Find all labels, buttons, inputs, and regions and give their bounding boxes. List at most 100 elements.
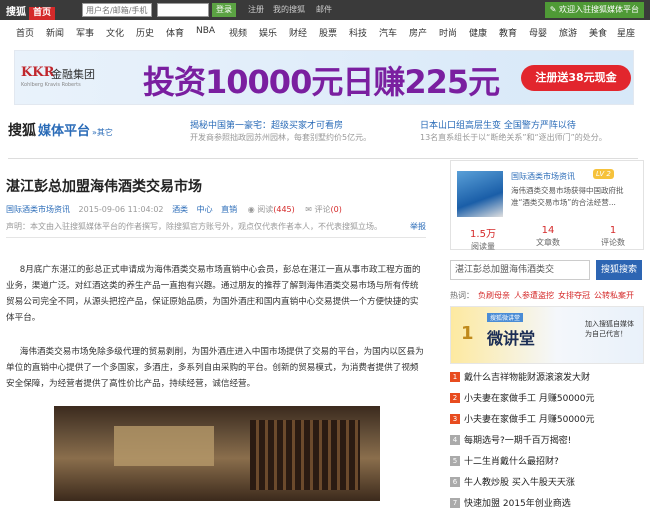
headline-news-2[interactable]: 日本山口组高层生变 全国警方严阵以待 — [420, 118, 576, 131]
my-sohu-link[interactable]: 我的搜狐 — [273, 4, 305, 15]
eye-icon: ◉ — [247, 205, 255, 214]
promo-title[interactable]: 每期选号?一期千百万揭密! — [464, 436, 571, 446]
author-avatar[interactable] — [457, 171, 503, 217]
comments-label[interactable]: 评论 — [315, 205, 331, 214]
login-button[interactable]: 登录 — [212, 3, 236, 17]
nav-item[interactable]: 视频 — [229, 26, 247, 39]
nav-item[interactable]: 教育 — [499, 26, 517, 39]
hot-words: 热词： 负刷母亲 人参遭盗挖 女排夺冠 公转私案开 — [450, 291, 634, 300]
promo-title[interactable]: 戴什么吉祥物能财源滚滚发大财 — [464, 373, 590, 383]
home-link[interactable]: 首页 — [29, 7, 56, 20]
article-paragraph-1: 8月底广东湛江的彭总正式申请成为海伟酒类交易市场直销中心会员，彭总在湛江一直从事… — [6, 265, 421, 323]
comment-icon: ✉ — [305, 205, 312, 214]
top-bar: 搜狐首页 登录 注册 我的搜狐 邮件 ✎ 欢迎入驻搜狐媒体平台 — [0, 0, 650, 20]
nav-item[interactable]: 首页 — [16, 26, 34, 39]
article-meta: 国际酒类市场资讯 2015-09-06 11:04:02 酒类 中心 直销 ◉ … — [6, 204, 342, 215]
stat-comments: 1 评论数 — [601, 225, 625, 247]
headline-news-1[interactable]: 揭秘中国第一豪宅：超级买家才可看房 — [190, 118, 343, 131]
sohu-logo[interactable]: 搜狐 首页 — [6, 3, 56, 20]
nav-item[interactable]: 科技 — [349, 26, 367, 39]
promo-list-item[interactable]: 5 十二生肖戴什么最招财? — [450, 454, 559, 468]
hot-word[interactable]: 公转私案开 — [594, 291, 634, 300]
ad-banner[interactable]: KKR 金融集团 Kohlberg Kravis Roberts 投资10000… — [14, 50, 634, 105]
nav-item[interactable]: 星座 — [617, 26, 635, 39]
username-input[interactable] — [82, 3, 152, 17]
disclaimer: 声明：本文由入驻搜狐媒体平台的作者撰写，除搜狐官方账号外，观点仅代表作者本人，不… — [6, 222, 382, 231]
rank-badge: 7 — [450, 498, 460, 508]
author-card: 国际酒类市场资讯 LV 2 海伟酒类交易市场获得中国政府批准“酒类交易市场”的合… — [450, 160, 645, 251]
sidebar: 国际酒类市场资讯 LV 2 海伟酒类交易市场获得中国政府批准“酒类交易市场”的合… — [450, 160, 645, 509]
hot-word[interactable]: 女排夺冠 — [558, 291, 590, 300]
wine-shelf — [250, 420, 360, 490]
main-nav: 首页 新闻 军事 文化 历史 体育 NBA 视频 娱乐 财经 股票 科技 汽车 房产 时尚 健康 教育 母婴 旅游美… — [0, 26, 650, 42]
nav-item[interactable]: 房产 — [409, 26, 427, 39]
author-name[interactable]: 国际酒类市场资讯 — [511, 171, 575, 182]
nav-item[interactable]: 时尚 — [439, 26, 457, 39]
nav-item[interactable]: 娱乐 — [259, 26, 277, 39]
rank-badge: 3 — [450, 414, 460, 424]
nav-item[interactable]: 美食 — [589, 26, 607, 39]
headline-news-1-summary: 开发商参照拙政园苏州园林，每套别墅约价5亿元。 — [190, 133, 372, 142]
nav-item[interactable]: 军事 — [76, 26, 94, 39]
promo-list-item[interactable]: 7 快速加盟 2015年创业商选 — [450, 496, 571, 510]
nav-item[interactable]: 健康 — [469, 26, 487, 39]
divider — [8, 158, 638, 159]
tag-link[interactable]: 直销 — [221, 205, 237, 214]
nav-item[interactable]: 新闻 — [46, 26, 64, 39]
nav-item[interactable]: 历史 — [136, 26, 154, 39]
promo-title[interactable]: 小夫妻在家做手工 月赚50000元 — [464, 415, 595, 425]
level-badge: LV 2 — [593, 169, 614, 179]
mail-link[interactable]: 邮件 — [316, 4, 332, 15]
reads-count: (445) — [273, 205, 295, 214]
welcome-button[interactable]: ✎ 欢迎入驻搜狐媒体平台 — [544, 2, 644, 18]
kkr-logo: KKR 金融集团 Kohlberg Kravis Roberts — [21, 65, 95, 88]
hot-word[interactable]: 人参遭盗挖 — [514, 291, 554, 300]
rank-badge: 2 — [450, 393, 460, 403]
edit-icon: ✎ — [549, 5, 559, 14]
reads-label: 阅读 — [257, 205, 274, 214]
nav-item[interactable]: 财经 — [289, 26, 307, 39]
stat-reads: 1.5万 阅读量 — [470, 229, 496, 251]
promo-list-item[interactable]: 6 牛人教炒股 买入牛股天天涨 — [450, 475, 575, 489]
promo-list-item[interactable]: 4 每期选号?一期千百万揭密! — [450, 433, 571, 447]
nav-item[interactable]: 文化 — [106, 26, 124, 39]
rank-badge: 4 — [450, 435, 460, 445]
promo-list-item[interactable]: 3 小夫妻在家做手工 月赚50000元 — [450, 412, 595, 426]
nav-item[interactable]: 股票 — [319, 26, 337, 39]
divider — [6, 237, 426, 238]
banner-register-button[interactable]: 注册送38元现金 — [521, 65, 631, 91]
search-button[interactable]: 搜狐搜索 — [596, 260, 642, 280]
nav-item[interactable]: 旅游 — [559, 26, 577, 39]
rank-badge: 1 — [450, 372, 460, 382]
password-input[interactable] — [157, 3, 209, 17]
promo-title[interactable]: 十二生肖戴什么最招财? — [464, 457, 559, 467]
rank-badge: 5 — [450, 456, 460, 466]
nav-item[interactable]: 汽车 — [379, 26, 397, 39]
other-link[interactable]: »其它 — [92, 128, 113, 137]
wall-map — [114, 426, 214, 466]
tag-link[interactable]: 酒类 — [172, 205, 188, 214]
nav-item[interactable]: 体育 — [166, 26, 184, 39]
author-desc: 海伟酒类交易市场获得中国政府批准“酒类交易市场”的合法经营... — [511, 186, 624, 207]
article-paragraph-2: 海伟酒类交易市场免除多级代理的贸易剥削，为国外酒庄进入中国市场提供了交易的平台，… — [6, 347, 424, 389]
promo-title[interactable]: 牛人教炒股 买入牛股天天涨 — [464, 478, 575, 488]
comments-count: (0) — [330, 205, 342, 214]
register-link[interactable]: 注册 — [248, 4, 264, 15]
search-input[interactable]: 湛江彭总加盟海伟酒类交 — [450, 260, 590, 280]
tag-link[interactable]: 中心 — [197, 205, 213, 214]
promo-title[interactable]: 小夫妻在家做手工 月赚50000元 — [464, 394, 595, 404]
stat-articles: 14 文章数 — [536, 225, 560, 247]
article-photo — [54, 406, 380, 501]
nav-item[interactable]: 母婴 — [529, 26, 547, 39]
promo-list-item[interactable]: 1 戴什么吉祥物能财源滚滚发大财 — [450, 370, 590, 384]
author-stats: 1.5万 阅读量 14 文章数 1 评论数 — [451, 221, 645, 251]
hot-word[interactable]: 负刷母亲 — [478, 291, 510, 300]
side-ad[interactable]: 1 搜狐微讲堂 微讲堂 加入搜狐自媒体 为自己代言！ — [450, 306, 644, 364]
report-link[interactable]: 举报 — [410, 221, 426, 232]
banner-headline: 投资10000元日赚225元 — [143, 63, 500, 101]
headline-news-2-summary: 13名直系组长于以“断绝关系”和“逐出师门”的处分。 — [420, 133, 607, 142]
article-source[interactable]: 国际酒类市场资讯 — [6, 205, 70, 214]
channel-header: 搜狐 媒体平台 »其它 — [8, 123, 113, 139]
nav-item[interactable]: NBA — [196, 26, 215, 36]
promo-list-item[interactable]: 2 小夫妻在家做手工 月赚50000元 — [450, 391, 595, 405]
